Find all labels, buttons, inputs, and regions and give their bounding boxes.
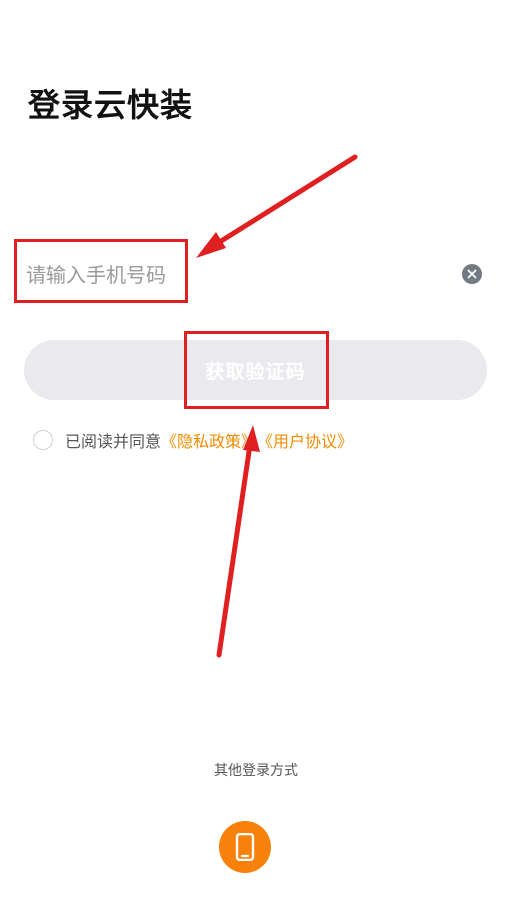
- agreement-row: 已阅读并同意 《隐私政策》 《用户协议》: [33, 428, 353, 452]
- close-icon[interactable]: [462, 264, 482, 284]
- user-agreement-link[interactable]: 《用户协议》: [257, 428, 353, 452]
- phone-input-row: [24, 246, 494, 304]
- phone-icon: [235, 833, 255, 861]
- get-code-button[interactable]: 获取验证码: [24, 340, 487, 400]
- privacy-policy-link[interactable]: 《隐私政策》: [161, 428, 257, 452]
- agreement-text: 已阅读并同意: [65, 432, 162, 451]
- agree-checkbox[interactable]: [33, 430, 53, 450]
- annotation-arrow-to-phone: [196, 154, 358, 258]
- phone-input[interactable]: [24, 246, 448, 304]
- phone-login-button[interactable]: [219, 821, 271, 873]
- annotation-arrow-to-link: [216, 425, 260, 658]
- other-login-label: 其他登录方式: [214, 763, 298, 779]
- page-title: 登录云快装: [28, 86, 194, 124]
